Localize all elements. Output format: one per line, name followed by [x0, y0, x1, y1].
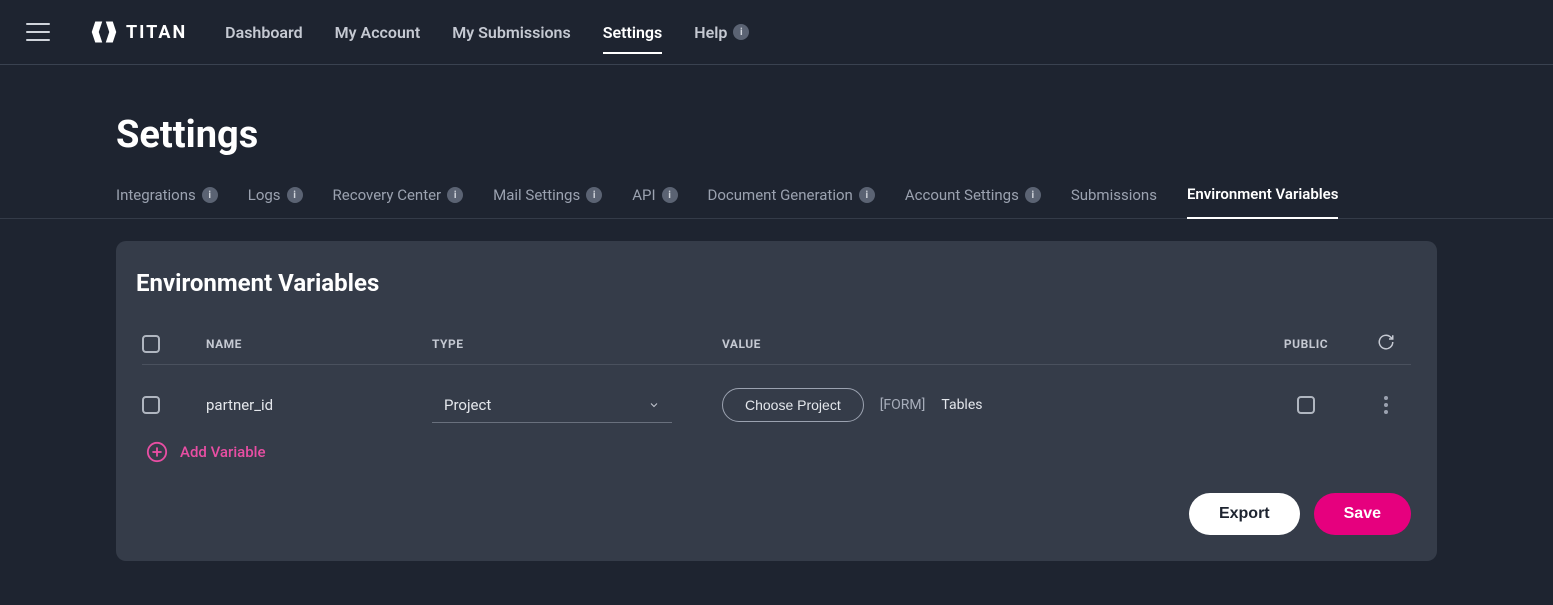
add-variable-button[interactable]: Add Variable: [146, 441, 1411, 463]
info-icon: i: [287, 187, 303, 203]
select-all-checkbox[interactable]: [142, 335, 160, 353]
nav-label: Dashboard: [225, 23, 302, 42]
chevron-down-icon: [648, 399, 660, 411]
brand-logo[interactable]: TITAN: [90, 18, 187, 46]
tab-label: Integrations: [116, 186, 196, 204]
nav-label: Help: [694, 23, 727, 42]
info-icon: i: [662, 187, 678, 203]
col-name: NAME: [206, 337, 432, 351]
row-checkbox[interactable]: [142, 396, 160, 414]
table-header: NAME TYPE VALUE PUBLIC: [142, 333, 1411, 365]
nav-label: My Account: [335, 23, 421, 42]
settings-subtabs: Integrations i Logs i Recovery Center i …: [116, 185, 1437, 219]
info-icon: i: [586, 187, 602, 203]
panel-footer: Export Save: [142, 493, 1411, 535]
table-row: partner_id Project Choose Project [FORM]…: [142, 365, 1411, 439]
form-tag: [FORM]: [880, 397, 926, 413]
tab-mail-settings[interactable]: Mail Settings i: [493, 186, 602, 218]
type-selected-value: Project: [444, 396, 491, 414]
col-public: PUBLIC: [1251, 337, 1361, 351]
export-button[interactable]: Export: [1189, 493, 1300, 535]
tab-api[interactable]: API i: [632, 186, 677, 218]
panel-title: Environment Variables: [136, 269, 1411, 297]
plus-circle-icon: [146, 441, 168, 463]
form-name: Tables: [941, 397, 982, 413]
brand-name: TITAN: [126, 22, 187, 43]
topnav-items: Dashboard My Account My Submissions Sett…: [225, 0, 749, 64]
info-icon: i: [447, 187, 463, 203]
nav-my-submissions[interactable]: My Submissions: [452, 0, 571, 64]
tab-label: Mail Settings: [493, 186, 580, 204]
tab-label: Recovery Center: [333, 186, 442, 204]
tab-integrations[interactable]: Integrations i: [116, 186, 218, 218]
environment-variables-panel: Environment Variables NAME TYPE VALUE PU…: [116, 241, 1437, 561]
logo-mark-icon: [90, 18, 118, 46]
tab-label: Document Generation: [708, 186, 853, 204]
page-content: Settings Integrations i Logs i Recovery …: [0, 65, 1553, 561]
cell-name: partner_id: [206, 396, 432, 414]
nav-settings[interactable]: Settings: [603, 0, 663, 64]
tab-submissions[interactable]: Submissions: [1071, 186, 1157, 218]
public-checkbox[interactable]: [1297, 396, 1315, 414]
type-select[interactable]: Project: [432, 387, 672, 423]
nav-dashboard[interactable]: Dashboard: [225, 0, 302, 64]
cell-value: Choose Project [FORM] Tables: [722, 388, 1251, 422]
hamburger-icon[interactable]: [26, 23, 50, 41]
info-icon: i: [202, 187, 218, 203]
refresh-icon[interactable]: [1377, 333, 1395, 351]
nav-label: Settings: [603, 23, 663, 42]
row-menu-button[interactable]: [1384, 396, 1388, 414]
nav-label: My Submissions: [452, 23, 571, 42]
save-button[interactable]: Save: [1314, 493, 1411, 535]
tab-account-settings[interactable]: Account Settings i: [905, 186, 1041, 218]
tab-label: Logs: [248, 186, 281, 204]
page-title: Settings: [116, 113, 1437, 157]
choose-project-button[interactable]: Choose Project: [722, 388, 864, 422]
info-icon: i: [733, 24, 749, 40]
tab-label: API: [632, 186, 655, 204]
tab-label: Submissions: [1071, 186, 1157, 204]
col-type: TYPE: [432, 337, 722, 351]
add-variable-label: Add Variable: [180, 443, 266, 461]
top-nav: TITAN Dashboard My Account My Submission…: [0, 0, 1553, 65]
tab-environment-variables[interactable]: Environment Variables: [1187, 185, 1338, 219]
nav-help[interactable]: Help i: [694, 0, 749, 64]
info-icon: i: [859, 187, 875, 203]
tab-label: Environment Variables: [1187, 185, 1338, 203]
env-var-table: NAME TYPE VALUE PUBLIC partner_id Projec…: [142, 333, 1411, 439]
tab-recovery-center[interactable]: Recovery Center i: [333, 186, 464, 218]
info-icon: i: [1025, 187, 1041, 203]
tab-label: Account Settings: [905, 186, 1019, 204]
col-value: VALUE: [722, 337, 1251, 351]
tab-document-generation[interactable]: Document Generation i: [708, 186, 875, 218]
tab-logs[interactable]: Logs i: [248, 186, 303, 218]
nav-my-account[interactable]: My Account: [335, 0, 421, 64]
